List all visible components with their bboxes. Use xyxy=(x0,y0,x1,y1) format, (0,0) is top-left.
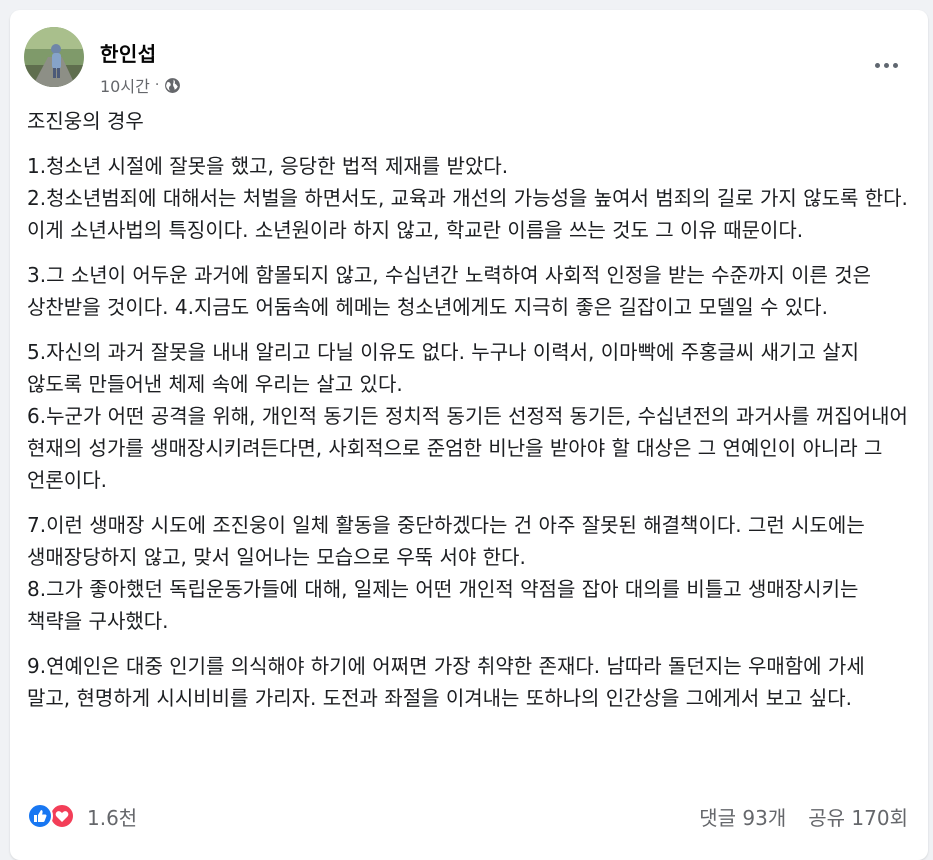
more-options-icon[interactable] xyxy=(866,47,906,83)
post-body: 조진웅의 경우 1.청소년 시절에 잘못을 했고, 응당한 법적 제재를 받았다… xyxy=(27,105,914,714)
post-footer: 1.6천 댓글 93개 공유 170회 xyxy=(27,798,908,834)
author-name[interactable]: 한인섭 xyxy=(100,38,157,67)
globe-icon[interactable] xyxy=(164,77,181,94)
post-paragraph: 조진웅의 경우 xyxy=(27,109,144,133)
like-icon xyxy=(27,803,53,829)
reactions-summary[interactable]: 1.6천 xyxy=(27,802,137,831)
post-header: 한인섭 10시간 · xyxy=(24,27,914,96)
author-avatar[interactable] xyxy=(24,27,84,87)
comments-count-link[interactable]: 댓글 93개 xyxy=(699,802,786,831)
post-timestamp[interactable]: 10시간 xyxy=(100,73,150,97)
shares-count-link[interactable]: 공유 170회 xyxy=(808,802,908,831)
post-paragraph: 9.연예인은 대중 인기를 의식해야 하기에 어쩌면 가장 취약한 존재다. 남… xyxy=(27,654,872,710)
reaction-icons xyxy=(27,802,79,830)
post-paragraph: 3.그 소년이 어두운 과거에 함몰되지 않고, 수십년간 노력하여 사회적 인… xyxy=(27,263,878,319)
post-paragraph: 1.청소년 시절에 잘못을 했고, 응당한 법적 제재를 받았다. 2.청소년범… xyxy=(27,154,908,242)
reaction-count: 1.6천 xyxy=(87,805,138,830)
meta-separator: · xyxy=(154,77,160,93)
more-dot xyxy=(883,62,889,68)
post-paragraph: 5.자신의 과거 잘못을 내내 알리고 다닐 이유도 없다. 누구나 이력서, … xyxy=(27,340,908,492)
more-dot xyxy=(892,62,898,68)
post-meta: 10시간 · xyxy=(100,73,181,97)
more-dot xyxy=(874,62,880,68)
post-card: 한인섭 10시간 · 조진웅의 경우 1.청소년 시절에 잘못을 했고, 응당한… xyxy=(10,10,928,860)
post-paragraph: 7.이런 생매장 시도에 조진웅이 일체 활동을 중단하겠다는 건 아주 잘못된… xyxy=(27,513,865,633)
engagement-stats: 댓글 93개 공유 170회 xyxy=(699,802,908,831)
